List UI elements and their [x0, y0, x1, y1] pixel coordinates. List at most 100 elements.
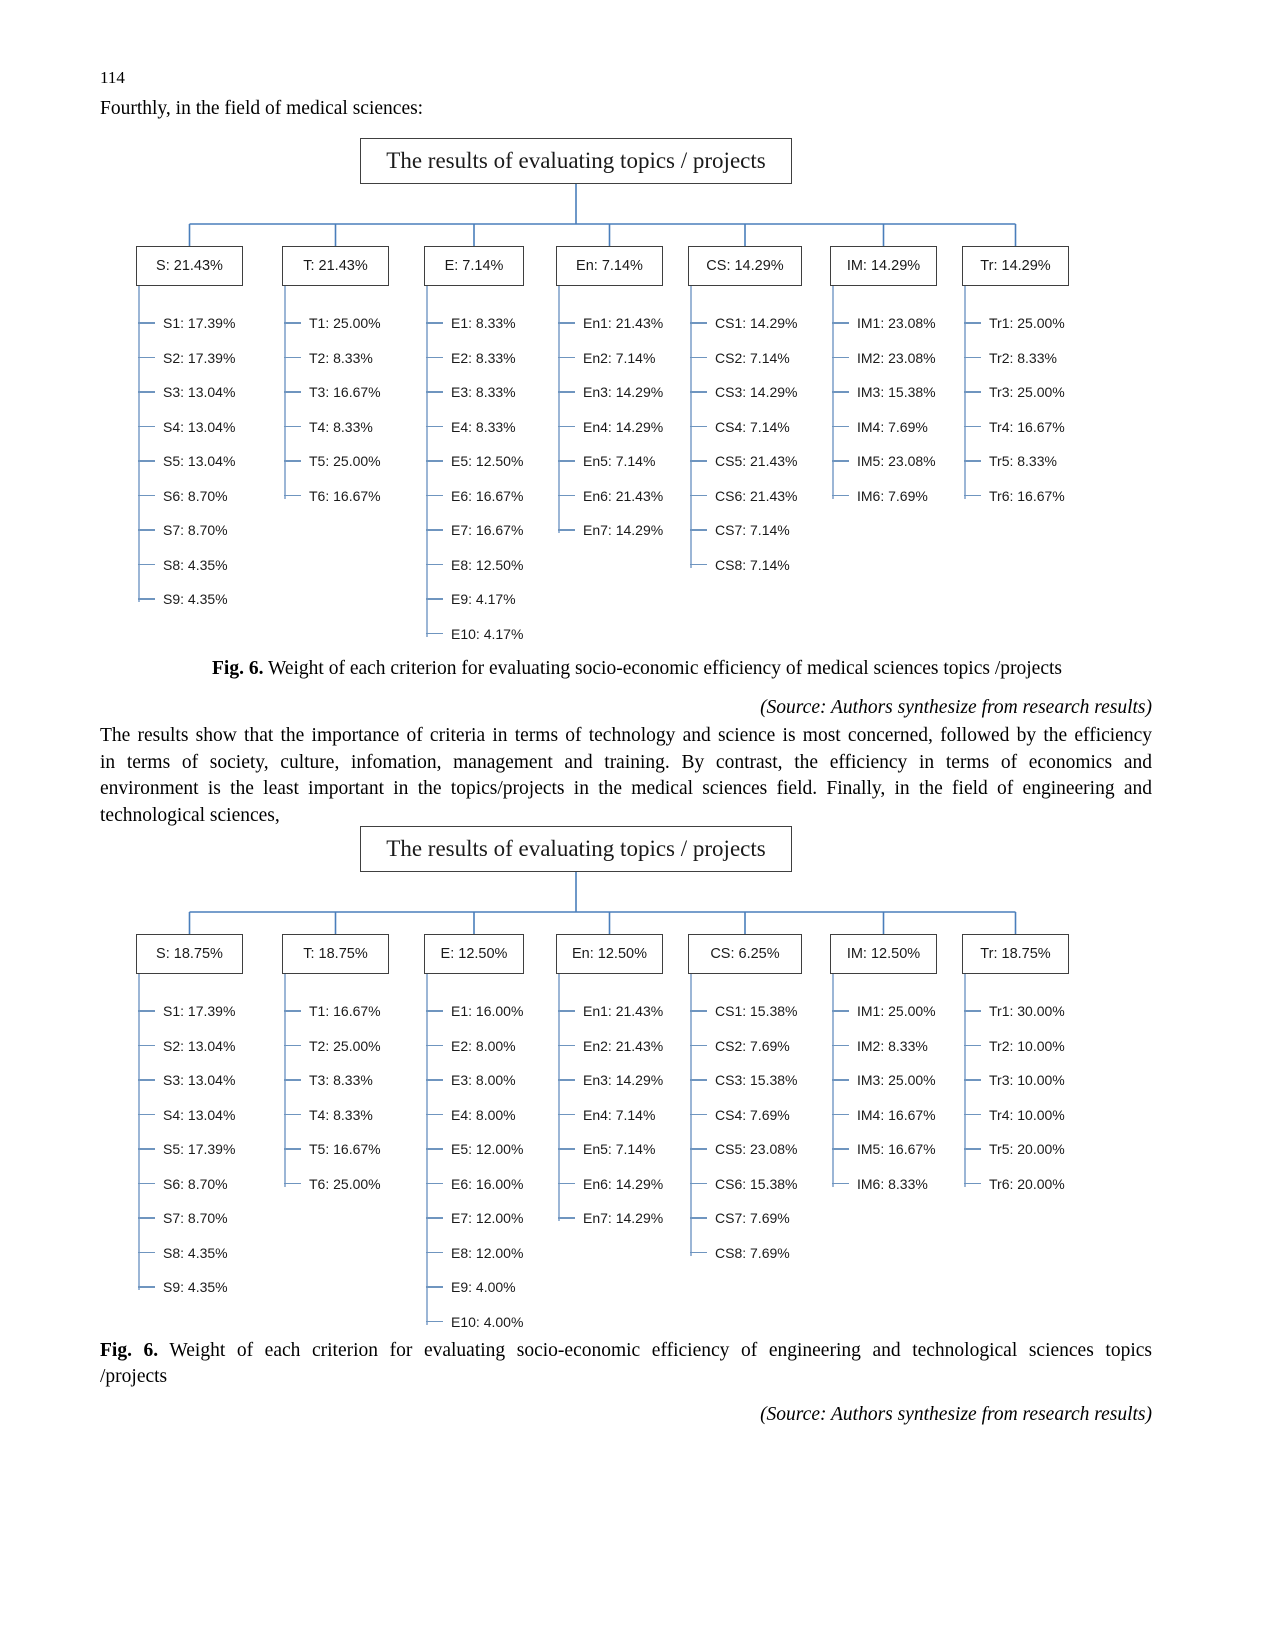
root-node-label-2: The results of evaluating topics / proje…	[386, 836, 766, 861]
criterion-leaf-label: E4: 8.00%	[451, 1106, 516, 1123]
leaf-connector-dash	[426, 1113, 443, 1116]
criterion-header-box: CS: 14.29%	[688, 246, 802, 286]
criterion-header-box: CS: 6.25%	[688, 934, 802, 974]
leaf-connector-dash	[138, 1286, 155, 1288]
paragraph-line-3: environment is the least important in th…	[100, 778, 1152, 800]
criterion-leaf-label: E5: 12.00%	[451, 1141, 524, 1157]
leaf-connector-dash	[426, 356, 443, 359]
criterion-leaf-label: CS6: 21.43%	[715, 487, 798, 504]
leaf-connector-dash	[964, 1113, 981, 1116]
criterion-leaf-item: S8: 4.35%	[138, 1245, 228, 1261]
criterion-leaf-label: IM3: 15.38%	[857, 384, 936, 400]
leaf-connector-dash	[690, 1251, 707, 1254]
leaf-connector-dash	[138, 1010, 155, 1012]
criterion-leaf-item: E9: 4.00%	[426, 1279, 516, 1295]
criterion-leaf-label: E2: 8.00%	[451, 1037, 516, 1054]
leaf-connector-dash	[138, 1251, 155, 1254]
criterion-leaf-label: E10: 4.00%	[451, 1313, 524, 1330]
diagram-medical-sciences: The results of evaluating topics / proje…	[0, 138, 1274, 658]
leaf-connector-dash	[964, 322, 981, 324]
criterion-leaf-label: IM6: 7.69%	[857, 487, 928, 504]
criterion-leaf-label: CS1: 14.29%	[715, 315, 798, 331]
criterion-leaf-item: CS2: 7.14%	[690, 350, 790, 366]
criterion-leaf-label: CS7: 7.69%	[715, 1210, 790, 1226]
criterion-header-box: IM: 14.29%	[830, 246, 937, 286]
criterion-leaf-item: T1: 25.00%	[284, 315, 381, 331]
leaf-connector-dash	[832, 460, 849, 462]
leaf-connector-dash	[426, 563, 443, 566]
criterion-leaf-item: CS4: 7.14%	[690, 419, 790, 435]
branch-spine	[138, 286, 140, 602]
criterion-leaf-label: IM2: 8.33%	[857, 1037, 928, 1054]
criterion-leaf-label: En4: 7.14%	[583, 1106, 656, 1123]
leaf-connector-dash	[690, 529, 707, 531]
criterion-leaf-item: S6: 8.70%	[138, 488, 228, 504]
leaf-connector-dash	[426, 1044, 443, 1047]
criterion-leaf-item: E4: 8.33%	[426, 419, 516, 435]
criterion-leaf-item: En4: 14.29%	[558, 419, 663, 435]
leaf-connector-dash	[284, 1148, 301, 1150]
figure1-source-note: (Source: Authors synthesize from researc…	[760, 697, 1152, 718]
criterion-leaf-label: En3: 14.29%	[583, 1072, 664, 1088]
criterion-leaf-item: S1: 17.39%	[138, 1003, 235, 1019]
figure1-caption-prefix: Fig. 6.	[212, 658, 264, 679]
criterion-leaf-item: IM1: 23.08%	[832, 315, 936, 331]
figure2-caption-line2: /projects	[100, 1365, 168, 1387]
leaf-connector-dash	[284, 1182, 301, 1185]
criterion-leaf-item: En6: 14.29%	[558, 1176, 663, 1192]
leaf-connector-dash	[138, 598, 155, 600]
criterion-leaf-label: CS6: 15.38%	[715, 1175, 798, 1192]
criterion-leaf-item: E6: 16.67%	[426, 488, 523, 504]
criterion-leaf-item: E6: 16.00%	[426, 1176, 523, 1192]
leaf-connector-dash	[690, 1044, 707, 1047]
document-page: 114 Fourthly, in the field of medical sc…	[0, 0, 1274, 1649]
criterion-header-box: En: 7.14%	[556, 246, 663, 286]
criterion-leaf-label: E4: 8.33%	[451, 418, 516, 435]
criterion-header-box: En: 12.50%	[556, 934, 663, 974]
root-node-box: The results of evaluating topics / proje…	[360, 138, 792, 184]
leaf-connector-dash	[426, 632, 443, 635]
criterion-leaf-label: T3: 16.67%	[309, 384, 381, 400]
leaf-connector-dash	[558, 391, 575, 393]
criterion-leaf-item: CS3: 15.38%	[690, 1072, 798, 1088]
criterion-header-label: Tr: 18.75%	[980, 946, 1051, 962]
criterion-leaf-label: T3: 8.33%	[309, 1072, 373, 1088]
criterion-leaf-label: Tr6: 16.67%	[989, 487, 1065, 504]
criterion-leaf-label: En5: 7.14%	[583, 453, 656, 469]
leaf-connector-dash	[832, 356, 849, 359]
criterion-leaf-label: Tr1: 30.00%	[989, 1003, 1065, 1019]
criterion-leaf-label: E5: 12.50%	[451, 453, 524, 469]
criterion-leaf-item: T2: 25.00%	[284, 1038, 381, 1054]
leaf-connector-dash	[426, 1217, 443, 1219]
criterion-leaf-label: S8: 4.35%	[163, 1244, 228, 1261]
criterion-header-box: E: 12.50%	[424, 934, 524, 974]
leaf-connector-dash	[964, 1148, 981, 1150]
criterion-leaf-label: S6: 8.70%	[163, 1175, 228, 1192]
criterion-leaf-item: T5: 16.67%	[284, 1141, 381, 1157]
criterion-leaf-item: S6: 8.70%	[138, 1176, 228, 1192]
root-node-label: The results of evaluating topics / proje…	[386, 148, 766, 173]
leaf-connector-dash	[690, 1010, 707, 1012]
results-paragraph: The results show that the importance of …	[100, 723, 1152, 830]
leaf-connector-dash	[964, 1044, 981, 1047]
criterion-leaf-label: IM5: 16.67%	[857, 1141, 936, 1157]
criterion-leaf-label: En4: 14.29%	[583, 418, 664, 435]
leaf-connector-dash	[426, 425, 443, 428]
leaf-connector-dash	[138, 460, 155, 462]
leaf-connector-dash	[964, 391, 981, 393]
criterion-leaf-label: E1: 8.33%	[451, 315, 516, 331]
criterion-leaf-label: En7: 14.29%	[583, 1210, 664, 1226]
criterion-leaf-item: CS5: 23.08%	[690, 1141, 798, 1157]
criterion-leaf-item: Tr6: 16.67%	[964, 488, 1065, 504]
leaf-connector-dash	[690, 391, 707, 393]
paragraph-line-2: in terms of society, culture, infomation…	[100, 751, 1152, 773]
criterion-header-box: Tr: 14.29%	[962, 246, 1069, 286]
criterion-leaf-item: Tr2: 8.33%	[964, 350, 1057, 366]
leaf-connector-dash	[558, 425, 575, 428]
criterion-leaf-label: Tr5: 8.33%	[989, 453, 1057, 469]
criterion-leaf-label: S2: 13.04%	[163, 1037, 236, 1054]
leaf-connector-dash	[690, 322, 707, 324]
leaf-connector-dash	[558, 1113, 575, 1116]
criterion-leaf-label: S9: 4.35%	[163, 1279, 228, 1295]
criterion-leaf-label: T1: 25.00%	[309, 315, 381, 331]
